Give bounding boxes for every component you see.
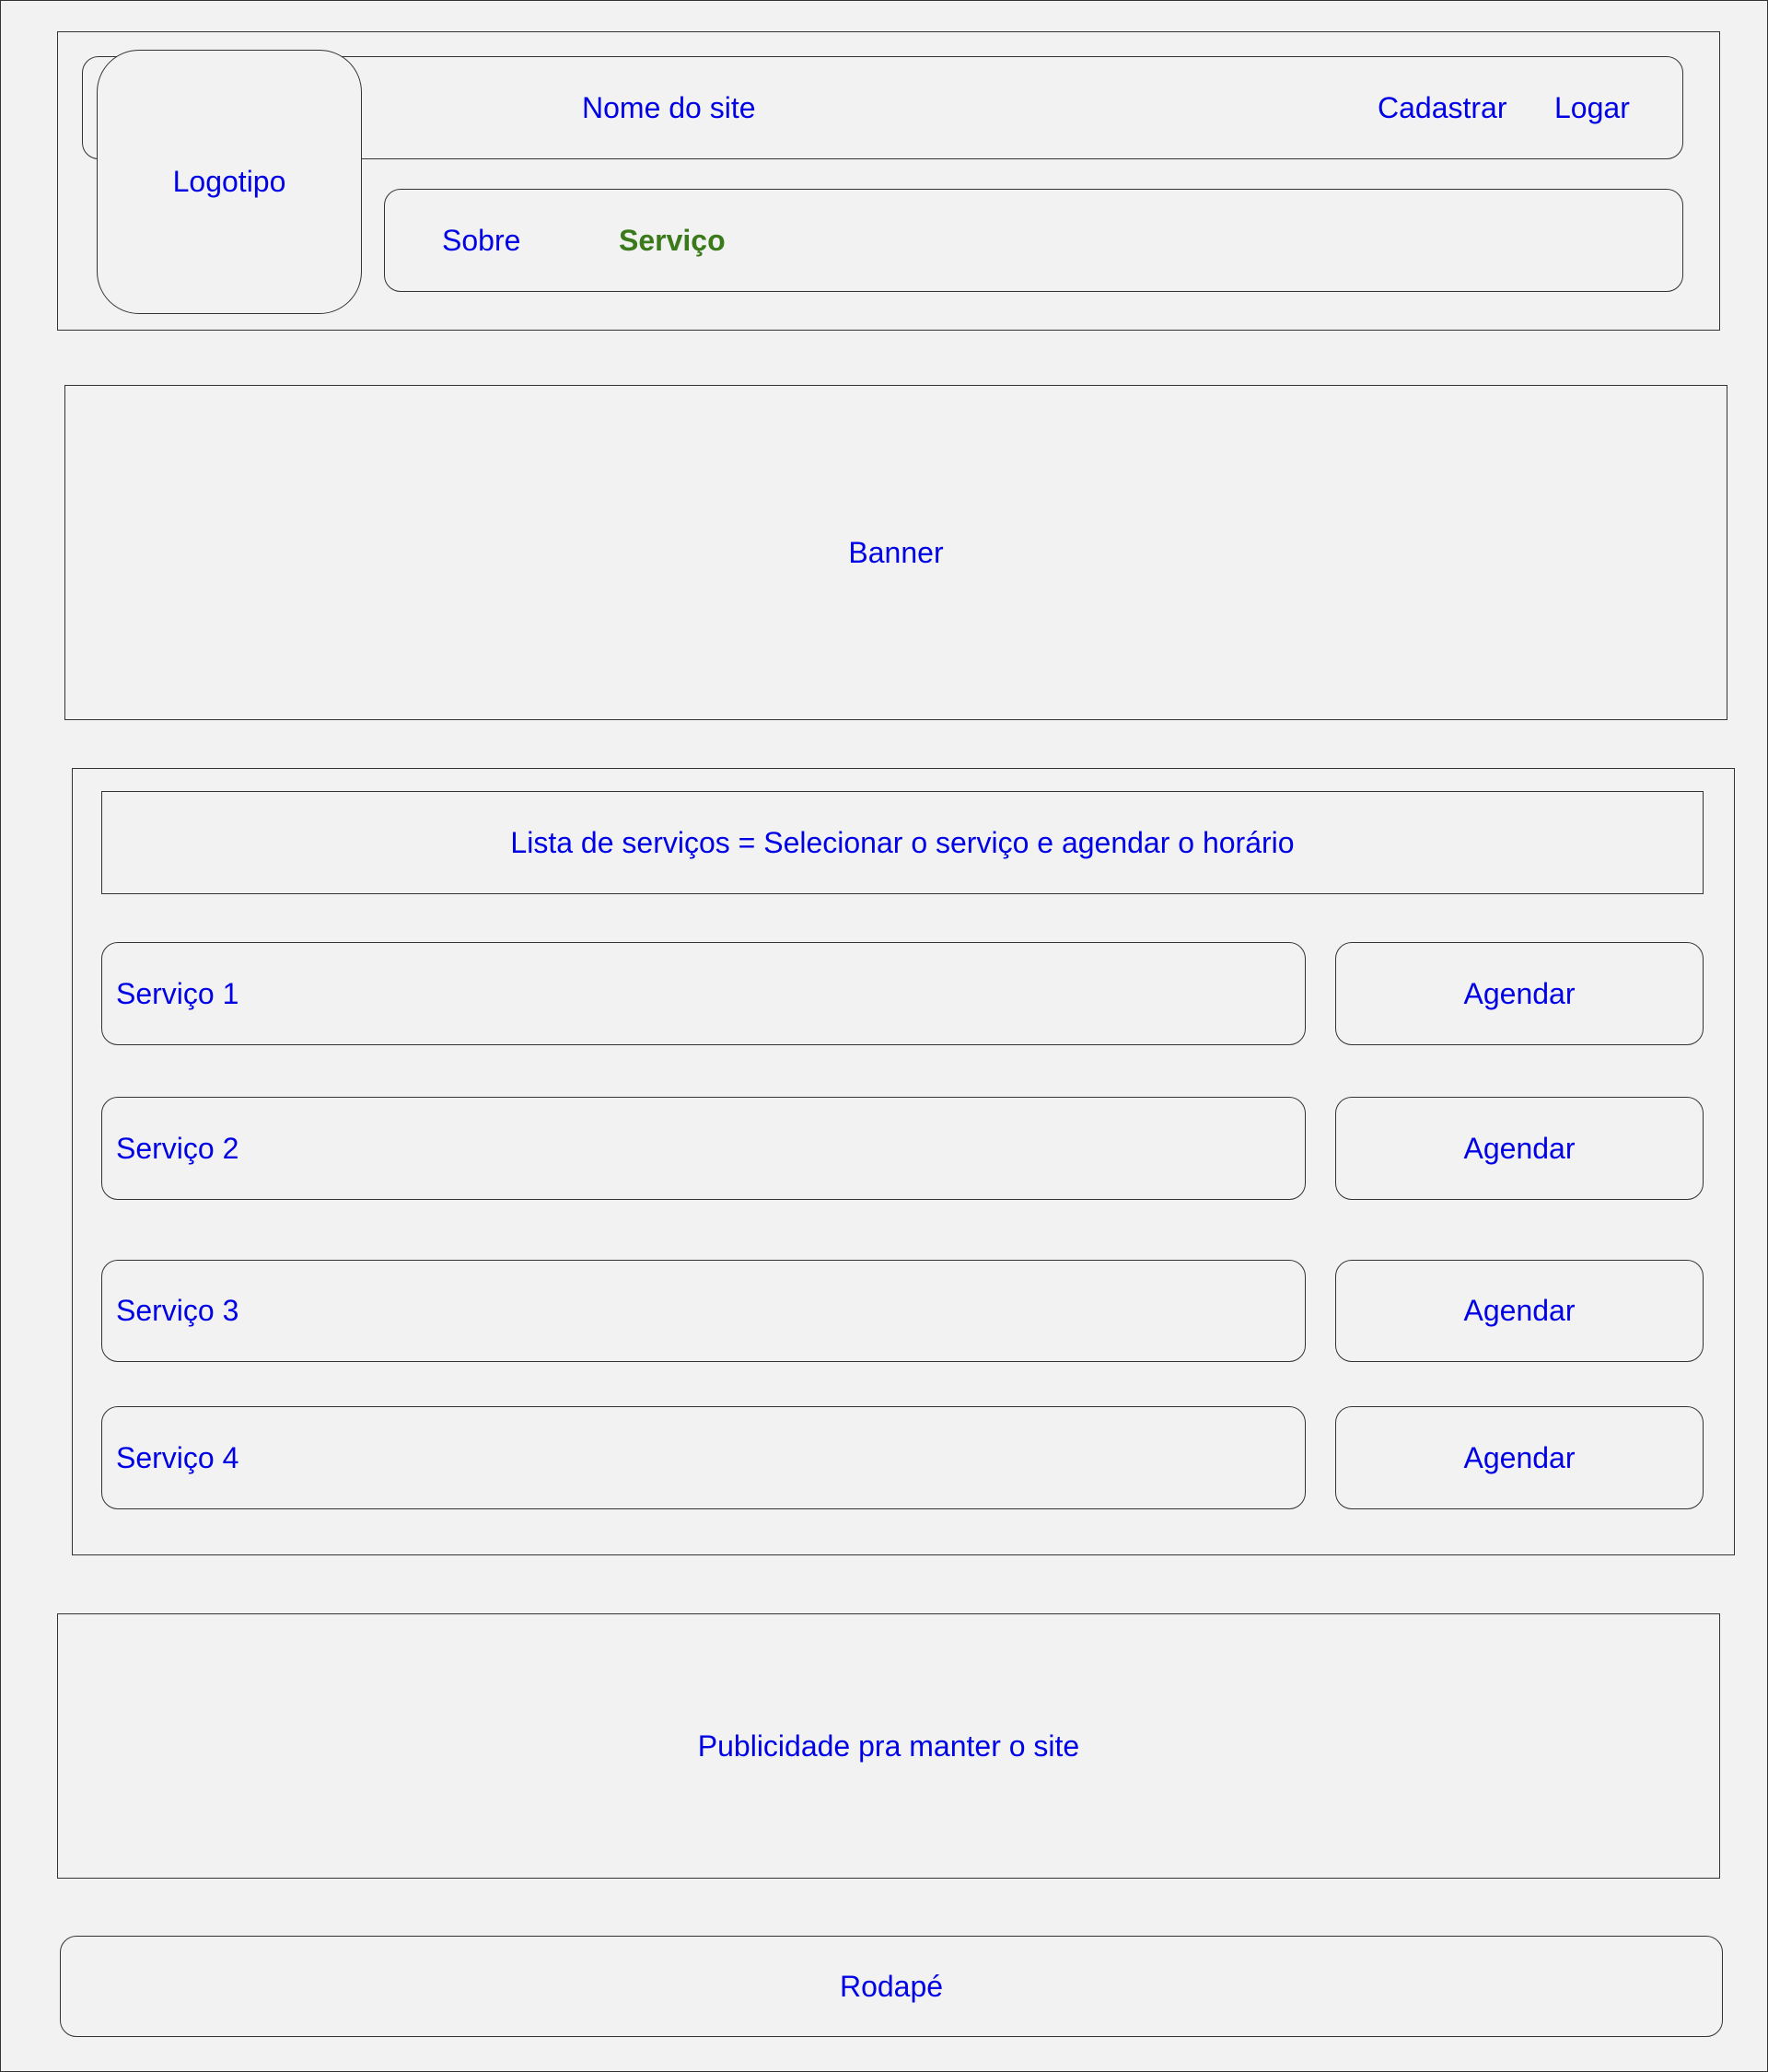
services-heading-label: Lista de serviços = Selecionar o serviço…	[510, 825, 1295, 859]
service-name: Serviço 3	[116, 1294, 239, 1327]
footer: Rodapé	[60, 1936, 1723, 2037]
nav-item-about[interactable]: Sobre	[442, 222, 520, 259]
footer-label: Rodapé	[839, 1969, 944, 2003]
banner-label: Banner	[848, 535, 944, 569]
service-item[interactable]: Serviço 4	[101, 1406, 1306, 1509]
schedule-button[interactable]: Agendar	[1335, 1260, 1704, 1362]
services-heading: Lista de serviços = Selecionar o serviço…	[101, 791, 1704, 894]
service-name: Serviço 2	[116, 1131, 239, 1165]
service-item[interactable]: Serviço 1	[101, 942, 1306, 1045]
schedule-button[interactable]: Agendar	[1335, 942, 1704, 1045]
nav-item-services[interactable]: Serviço	[619, 222, 726, 259]
schedule-button-label: Agendar	[1463, 1131, 1576, 1165]
nav-bar	[384, 189, 1683, 292]
logo[interactable]: Logotipo	[97, 50, 362, 314]
login-link[interactable]: Logar	[1554, 89, 1630, 126]
schedule-button[interactable]: Agendar	[1335, 1097, 1704, 1200]
schedule-button-label: Agendar	[1463, 1440, 1576, 1474]
schedule-button[interactable]: Agendar	[1335, 1406, 1704, 1509]
service-name: Serviço 4	[116, 1440, 239, 1474]
signup-link[interactable]: Cadastrar	[1378, 89, 1507, 126]
ad-label: Publicidade pra manter o site	[697, 1729, 1080, 1763]
banner: Banner	[64, 385, 1727, 720]
service-item[interactable]: Serviço 3	[101, 1260, 1306, 1362]
site-name[interactable]: Nome do site	[582, 89, 756, 126]
schedule-button-label: Agendar	[1463, 1294, 1576, 1327]
service-name: Serviço 1	[116, 976, 239, 1010]
service-item[interactable]: Serviço 2	[101, 1097, 1306, 1200]
logo-label: Logotipo	[172, 165, 286, 198]
ad-section: Publicidade pra manter o site	[57, 1613, 1720, 1879]
schedule-button-label: Agendar	[1463, 976, 1576, 1010]
